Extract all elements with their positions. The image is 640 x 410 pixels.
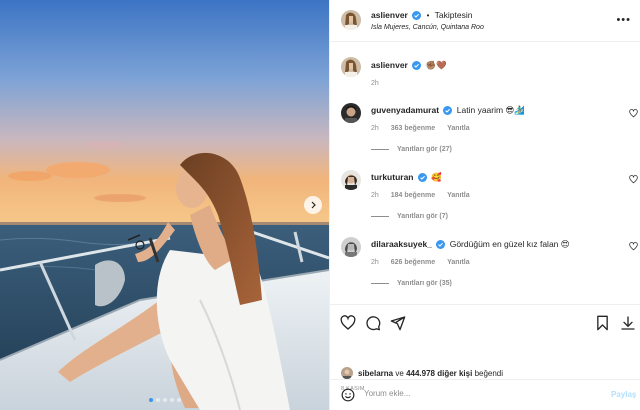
carousel-dot (162, 398, 167, 402)
following-status[interactable]: Takiptesin (435, 10, 473, 20)
carousel-indicator (0, 398, 329, 402)
liker-username[interactable]: sibelarna (358, 369, 393, 378)
caption-username[interactable]: aslienver (371, 60, 408, 70)
replies-line (371, 283, 389, 284)
comment-like-count[interactable]: 626 beğenme (391, 259, 435, 266)
next-photo-button[interactable] (304, 196, 322, 214)
comment-like-count[interactable]: 184 beğenme (391, 192, 435, 199)
reply-button[interactable]: Yanıtla (447, 125, 470, 132)
comment-time[interactable]: 2h (371, 125, 379, 132)
comment-row: turkuturan 🥰 (371, 172, 442, 183)
post-detail-panel: aslienver • Takiptesin Isla Mujeres, Can… (329, 0, 640, 410)
comment-username[interactable]: turkuturan (371, 172, 414, 182)
comment-time[interactable]: 2h (371, 259, 379, 266)
verified-badge-icon (443, 106, 453, 116)
view-replies-button[interactable]: Yanıtları gör (35) (371, 280, 452, 287)
author-avatar[interactable] (341, 10, 361, 30)
carousel-dot (176, 398, 181, 402)
comment-row: guvenyadamurat Latin yaarim 😎🏄🏽‍♂️ (371, 105, 525, 116)
comment-text: Latin yaarim 😎🏄🏽‍♂️ (456, 105, 525, 115)
caption-avatar[interactable] (341, 57, 361, 77)
likes-suffix: beğendi (474, 369, 504, 378)
header-separator: • (426, 11, 430, 20)
chevron-right-icon (311, 201, 316, 209)
commenter-avatar[interactable] (341, 237, 361, 257)
likes-others[interactable]: 444.978 diğer kişi (406, 369, 472, 378)
author-username[interactable]: aslienver (371, 10, 408, 20)
verified-badge-icon (417, 173, 427, 183)
verified-badge-icon (412, 61, 422, 71)
replies-line (371, 216, 389, 217)
reply-button[interactable]: Yanıtla (447, 192, 470, 199)
comment-bubble-icon[interactable] (365, 315, 381, 331)
likes-connector: ve (395, 369, 404, 378)
view-replies-label: Yanıtları gör (35) (397, 280, 452, 287)
comment-like-count[interactable]: 363 beğenme (391, 125, 435, 132)
bookmark-icon[interactable] (595, 315, 610, 331)
instagram-post: aslienver • Takiptesin Isla Mujeres, Can… (0, 0, 640, 410)
view-replies-button[interactable]: Yanıtları gör (27) (371, 146, 452, 153)
more-horizontal-icon[interactable]: ••• (616, 14, 631, 26)
view-replies-label: Yanıtları gör (7) (397, 213, 448, 220)
view-replies-button[interactable]: Yanıtları gör (7) (371, 213, 448, 220)
caption-text: ✊🏽🤎 (425, 60, 447, 70)
heart-outline-icon[interactable] (629, 242, 638, 251)
verified-badge-icon (436, 240, 446, 250)
post-photo[interactable] (0, 0, 329, 410)
heart-outline-icon[interactable] (629, 175, 638, 184)
post-comment-button[interactable]: Paylaş (611, 390, 636, 399)
add-comment-bar: Paylaş (330, 379, 640, 410)
header-line: aslienver • Takiptesin (371, 10, 473, 21)
carousel-dot (169, 398, 174, 402)
replies-line (371, 149, 389, 150)
caption: aslienver ✊🏽🤎 (371, 60, 447, 71)
comment-row: dilaraaksuyek_ Gördüğüm en güzel kız fal… (371, 239, 570, 250)
comment-meta: 2h 363 beğenme Yanıtla (371, 125, 480, 132)
comment-meta: 2h 184 beğenme Yanıtla (371, 192, 480, 199)
heart-outline-icon[interactable] (340, 315, 356, 331)
comment-meta: 2h 626 beğenme Yanıtla (371, 259, 480, 266)
carousel-dot (155, 398, 160, 402)
commenter-avatar[interactable] (341, 103, 361, 123)
caption-timestamp[interactable]: 2h (371, 80, 379, 87)
carousel-dot (148, 398, 153, 402)
verified-badge-icon (412, 11, 422, 21)
download-icon[interactable] (620, 315, 636, 331)
post-location[interactable]: Isla Mujeres, Cancún, Quintana Roo (371, 24, 484, 31)
heart-outline-icon[interactable] (629, 109, 638, 118)
paper-plane-icon[interactable] (390, 315, 406, 331)
liker-avatar[interactable] (341, 367, 353, 379)
commenter-avatar[interactable] (341, 170, 361, 190)
comment-username[interactable]: dilaraaksuyek_ (371, 239, 432, 249)
view-replies-label: Yanıtları gör (27) (397, 146, 452, 153)
smiley-icon[interactable] (341, 388, 355, 402)
comment-username[interactable]: guvenyadamurat (371, 105, 439, 115)
comment-text: Gördüğüm en güzel kız falan 😍 (449, 239, 570, 249)
likes-summary: sibelarna ve 444.978 diğer kişi beğendi (358, 369, 503, 378)
comment-text: 🥰 (431, 172, 442, 182)
post-header: aslienver • Takiptesin Isla Mujeres, Can… (330, 0, 640, 42)
sunset-boat-photo (0, 0, 329, 410)
comment-time[interactable]: 2h (371, 192, 379, 199)
comment-input[interactable] (364, 389, 594, 398)
reply-button[interactable]: Yanıtla (447, 259, 470, 266)
